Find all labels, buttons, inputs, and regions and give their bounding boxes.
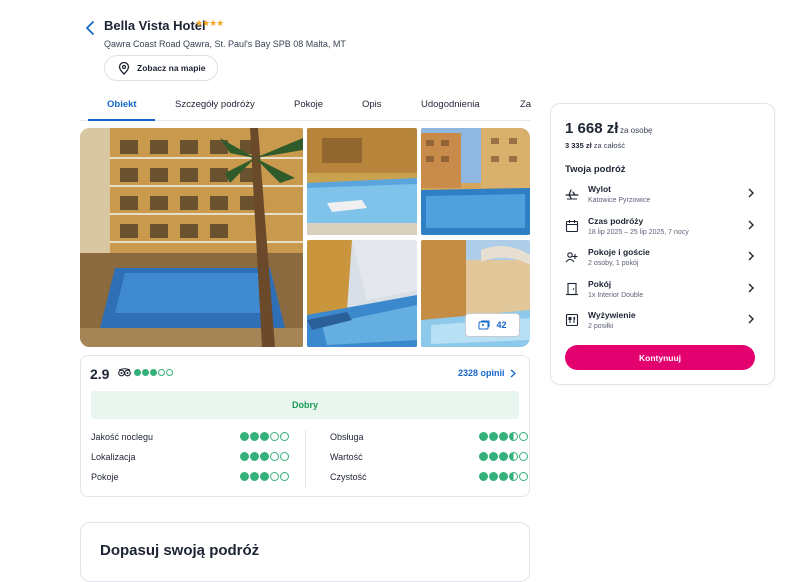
hotel-photo-main[interactable] — [80, 128, 303, 347]
map-button-label: Zobacz na mapie — [137, 63, 206, 73]
hotel-photo-2[interactable] — [307, 128, 417, 235]
rating-circles-value — [479, 452, 528, 461]
photo-count: 42 — [496, 320, 507, 330]
hotel-name: Bella Vista Hotel — [104, 18, 206, 33]
hotel-address: Qawra Coast Road Qawra, St. Paul's Bay S… — [104, 39, 346, 49]
tripadvisor-icon — [118, 368, 131, 377]
total-label: za całość — [593, 141, 626, 150]
hotel-photo-4[interactable] — [307, 240, 417, 347]
rating-divider — [305, 430, 306, 488]
rating-label-value: Wartość — [330, 452, 363, 462]
rating-verdict: Dobry — [91, 391, 519, 419]
rating-score: 2.9 — [90, 366, 110, 382]
back-arrow-icon[interactable] — [84, 20, 96, 36]
calendar-icon — [565, 220, 579, 233]
tab-opis[interactable]: Opis — [362, 94, 421, 121]
chevron-right-icon — [748, 283, 754, 293]
rating-circles-quality — [240, 432, 289, 441]
tab-pokoje[interactable]: Pokoje — [294, 94, 362, 121]
total-amount: 3 335 zł — [565, 141, 592, 150]
map-pin-icon — [118, 61, 130, 75]
trip-row-value: 1x Interior Double — [588, 292, 644, 299]
trip-row-value: Katowice Pyrzowice — [588, 197, 651, 204]
total-price: 3 335 zł za całość — [565, 141, 625, 150]
trip-row-title: Wyżywienie — [588, 310, 636, 320]
trip-row-title: Wylot — [588, 184, 611, 194]
price-per-label: za osobę — [620, 126, 653, 135]
section-tabs: Obiekt Szczegóły podróży Pokoje Opis Udo… — [88, 94, 532, 121]
trip-row-room[interactable]: Pokój 1x Interior Double — [565, 279, 755, 305]
trip-title: Twoja podróż — [565, 164, 626, 175]
show-on-map-button[interactable]: Zobacz na mapie — [104, 55, 218, 81]
gallery-icon — [478, 320, 490, 330]
plane-icon — [565, 189, 579, 200]
trip-row-value: 2 posiłki — [588, 323, 614, 330]
tripadvisor-rating — [118, 368, 173, 377]
reviews-count: 2328 opinii — [458, 368, 505, 378]
trip-row-title: Czas podróży — [588, 216, 644, 226]
tab-obiekt[interactable]: Obiekt — [88, 94, 155, 121]
trip-row-guests[interactable]: Pokoje i goście 2 osoby, 1 pokój — [565, 247, 755, 273]
chevron-right-icon — [748, 188, 754, 198]
rating-circles-rooms — [240, 472, 289, 481]
rating-label-service: Obsługa — [330, 432, 364, 442]
chevron-right-icon — [510, 368, 516, 378]
customize-trip-title: Dopasuj swoją podróż — [100, 542, 260, 559]
all-photos-button[interactable]: 42 — [465, 313, 520, 337]
rating-label-cleanliness: Czystość — [330, 472, 367, 482]
tab-more[interactable]: Za — [520, 94, 532, 121]
trip-row-departure[interactable]: Wylot Katowice Pyrzowice — [565, 184, 755, 210]
hotel-stars: ★★★★ — [195, 18, 224, 28]
chevron-right-icon — [748, 314, 754, 324]
trip-row-title: Pokój — [588, 279, 612, 289]
reviews-link[interactable]: 2328 opinii — [458, 368, 516, 378]
rating-label-rooms: Pokoje — [91, 472, 119, 482]
guests-icon — [565, 252, 578, 263]
continue-button[interactable]: Kontynuuj — [565, 345, 755, 370]
tripadvisor-circles — [134, 369, 173, 376]
trip-row-meals[interactable]: Wyżywienie 2 posiłki — [565, 310, 755, 336]
rating-circles-cleanliness — [479, 472, 528, 481]
price-per-person: 1 668 zł — [565, 120, 619, 137]
tab-udogodnienia[interactable]: Udogodnienia — [421, 94, 520, 121]
hotel-photo-3[interactable] — [421, 128, 530, 235]
rating-circles-location — [240, 452, 289, 461]
rating-circles-service — [479, 432, 528, 441]
door-icon — [566, 282, 578, 296]
trip-row-value: 18 lip 2025 – 25 lip 2025, 7 nocy — [588, 229, 689, 236]
trip-row-dates[interactable]: Czas podróży 18 lip 2025 – 25 lip 2025, … — [565, 216, 755, 242]
tab-szczegoly-podrozy[interactable]: Szczegóły podróży — [175, 94, 288, 121]
meal-icon — [565, 313, 579, 327]
rating-label-location: Lokalizacja — [91, 452, 136, 462]
trip-row-value: 2 osoby, 1 pokój — [588, 260, 639, 267]
chevron-right-icon — [748, 220, 754, 230]
rating-label-quality: Jakość noclegu — [91, 432, 154, 442]
chevron-right-icon — [748, 251, 754, 261]
trip-row-title: Pokoje i goście — [588, 247, 650, 257]
